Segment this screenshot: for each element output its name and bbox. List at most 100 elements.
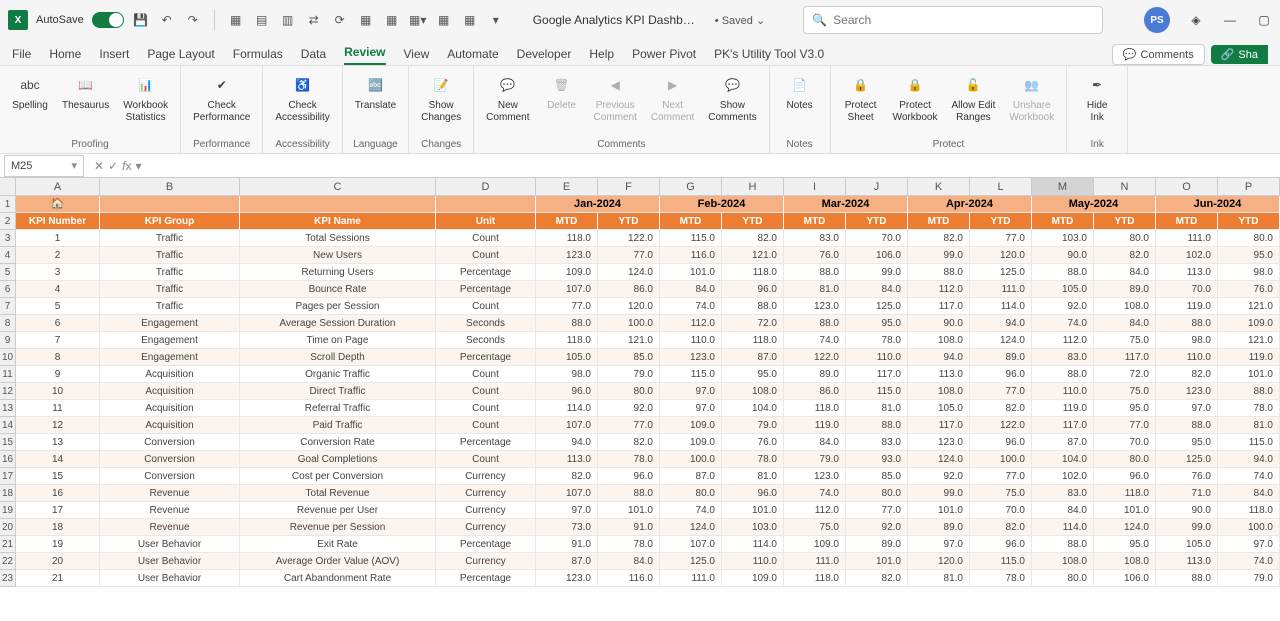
kpi-value[interactable]: 100.0 bbox=[660, 451, 722, 468]
data-area[interactable]: 🏠Jan-2024Feb-2024Mar-2024Apr-2024May-202… bbox=[16, 196, 1280, 587]
row-header-18[interactable]: 18 bbox=[0, 485, 16, 502]
row-header-14[interactable]: 14 bbox=[0, 417, 16, 434]
kpi-name[interactable]: Revenue per User bbox=[240, 502, 436, 519]
kpi-name[interactable]: Goal Completions bbox=[240, 451, 436, 468]
qat-icon-8[interactable]: ▦▾ bbox=[409, 11, 427, 29]
kpi-value[interactable]: 95.0 bbox=[1218, 247, 1280, 264]
kpi-value[interactable]: 108.0 bbox=[908, 332, 970, 349]
kpi-value[interactable]: 105.0 bbox=[1156, 536, 1218, 553]
ribbon-btn-notes[interactable]: 📄Notes bbox=[776, 70, 824, 114]
kpi-value[interactable]: 74.0 bbox=[784, 332, 846, 349]
kpi-value[interactable]: 116.0 bbox=[660, 247, 722, 264]
kpi-value[interactable]: 94.0 bbox=[970, 315, 1032, 332]
month-header[interactable]: Apr-2024 bbox=[908, 196, 1032, 213]
kpi-group[interactable]: Revenue bbox=[100, 502, 240, 519]
header-ytd[interactable]: YTD bbox=[1094, 213, 1156, 230]
kpi-value[interactable]: 82.0 bbox=[908, 230, 970, 247]
kpi-number[interactable]: 11 bbox=[16, 400, 100, 417]
kpi-value[interactable]: 82.0 bbox=[1156, 366, 1218, 383]
kpi-value[interactable]: 85.0 bbox=[846, 468, 908, 485]
column-header-N[interactable]: N bbox=[1094, 178, 1156, 195]
kpi-value[interactable]: 120.0 bbox=[908, 553, 970, 570]
kpi-value[interactable]: 117.0 bbox=[1032, 417, 1094, 434]
header-mtd[interactable]: MTD bbox=[660, 213, 722, 230]
kpi-value[interactable]: 78.0 bbox=[722, 451, 784, 468]
kpi-number[interactable]: 8 bbox=[16, 349, 100, 366]
kpi-value[interactable]: 92.0 bbox=[598, 400, 660, 417]
kpi-value[interactable]: 83.0 bbox=[1032, 485, 1094, 502]
kpi-number[interactable]: 20 bbox=[16, 553, 100, 570]
kpi-value[interactable]: 99.0 bbox=[908, 485, 970, 502]
kpi-value[interactable]: 76.0 bbox=[1156, 468, 1218, 485]
kpi-name[interactable]: Paid Traffic bbox=[240, 417, 436, 434]
kpi-group[interactable]: Acquisition bbox=[100, 400, 240, 417]
kpi-value[interactable]: 109.0 bbox=[722, 570, 784, 587]
kpi-value[interactable]: 118.0 bbox=[536, 332, 598, 349]
kpi-value[interactable]: 89.0 bbox=[970, 349, 1032, 366]
kpi-unit[interactable]: Percentage bbox=[436, 570, 536, 587]
kpi-unit[interactable]: Count bbox=[436, 417, 536, 434]
ribbon-btn-show-comments[interactable]: 💬ShowComments bbox=[702, 70, 762, 126]
kpi-number[interactable]: 15 bbox=[16, 468, 100, 485]
ribbon-btn-spelling[interactable]: abcSpelling bbox=[6, 70, 54, 114]
kpi-unit[interactable]: Percentage bbox=[436, 349, 536, 366]
month-header[interactable]: Jan-2024 bbox=[536, 196, 660, 213]
kpi-value[interactable]: 95.0 bbox=[1094, 400, 1156, 417]
kpi-value[interactable]: 83.0 bbox=[784, 230, 846, 247]
kpi-unit[interactable]: Count bbox=[436, 383, 536, 400]
kpi-unit[interactable]: Percentage bbox=[436, 434, 536, 451]
kpi-value[interactable]: 99.0 bbox=[846, 264, 908, 281]
kpi-value[interactable]: 112.0 bbox=[784, 502, 846, 519]
share-button[interactable]: 🔗 Sha bbox=[1211, 45, 1268, 64]
kpi-value[interactable]: 82.0 bbox=[970, 519, 1032, 536]
kpi-value[interactable]: 101.0 bbox=[1094, 502, 1156, 519]
kpi-value[interactable]: 84.0 bbox=[784, 434, 846, 451]
kpi-value[interactable]: 110.0 bbox=[1032, 383, 1094, 400]
kpi-value[interactable]: 74.0 bbox=[1032, 315, 1094, 332]
diamond-icon[interactable]: ◈ bbox=[1188, 12, 1204, 28]
kpi-name[interactable]: Scroll Depth bbox=[240, 349, 436, 366]
kpi-value[interactable]: 72.0 bbox=[1094, 366, 1156, 383]
kpi-value[interactable]: 70.0 bbox=[970, 502, 1032, 519]
row-header-10[interactable]: 10 bbox=[0, 349, 16, 366]
kpi-name[interactable]: Bounce Rate bbox=[240, 281, 436, 298]
undo-icon[interactable]: ↶ bbox=[158, 11, 176, 29]
column-header-P[interactable]: P bbox=[1218, 178, 1280, 195]
kpi-value[interactable]: 92.0 bbox=[908, 468, 970, 485]
kpi-value[interactable]: 97.0 bbox=[908, 536, 970, 553]
kpi-value[interactable]: 74.0 bbox=[1218, 468, 1280, 485]
column-header-E[interactable]: E bbox=[536, 178, 598, 195]
kpi-name[interactable]: Direct Traffic bbox=[240, 383, 436, 400]
kpi-value[interactable]: 95.0 bbox=[1156, 434, 1218, 451]
kpi-value[interactable]: 87.0 bbox=[722, 349, 784, 366]
kpi-value[interactable]: 111.0 bbox=[660, 570, 722, 587]
tab-power-pivot[interactable]: Power Pivot bbox=[632, 47, 696, 65]
kpi-value[interactable]: 123.0 bbox=[536, 570, 598, 587]
kpi-value[interactable]: 88.0 bbox=[784, 264, 846, 281]
column-header-D[interactable]: D bbox=[436, 178, 536, 195]
tab-pk-s-utility-tool-v3-0[interactable]: PK's Utility Tool V3.0 bbox=[714, 47, 824, 65]
kpi-value[interactable]: 88.0 bbox=[598, 485, 660, 502]
save-icon[interactable]: 💾 bbox=[132, 11, 150, 29]
kpi-value[interactable]: 101.0 bbox=[846, 553, 908, 570]
kpi-value[interactable]: 121.0 bbox=[1218, 298, 1280, 315]
row-header-7[interactable]: 7 bbox=[0, 298, 16, 315]
kpi-value[interactable]: 114.0 bbox=[1032, 519, 1094, 536]
kpi-value[interactable]: 115.0 bbox=[660, 230, 722, 247]
kpi-group[interactable]: Conversion bbox=[100, 434, 240, 451]
kpi-value[interactable]: 124.0 bbox=[908, 451, 970, 468]
kpi-value[interactable]: 113.0 bbox=[536, 451, 598, 468]
kpi-value[interactable]: 121.0 bbox=[722, 247, 784, 264]
kpi-value[interactable]: 84.0 bbox=[598, 553, 660, 570]
kpi-value[interactable]: 88.0 bbox=[1032, 264, 1094, 281]
kpi-value[interactable]: 89.0 bbox=[784, 366, 846, 383]
kpi-value[interactable]: 108.0 bbox=[1094, 298, 1156, 315]
kpi-value[interactable]: 70.0 bbox=[1156, 281, 1218, 298]
kpi-value[interactable]: 118.0 bbox=[1094, 485, 1156, 502]
kpi-value[interactable]: 116.0 bbox=[598, 570, 660, 587]
kpi-name[interactable]: Referral Traffic bbox=[240, 400, 436, 417]
kpi-unit[interactable]: Currency bbox=[436, 485, 536, 502]
kpi-value[interactable]: 82.0 bbox=[846, 570, 908, 587]
header-ytd[interactable]: YTD bbox=[846, 213, 908, 230]
minimize-button[interactable]: — bbox=[1222, 12, 1238, 28]
